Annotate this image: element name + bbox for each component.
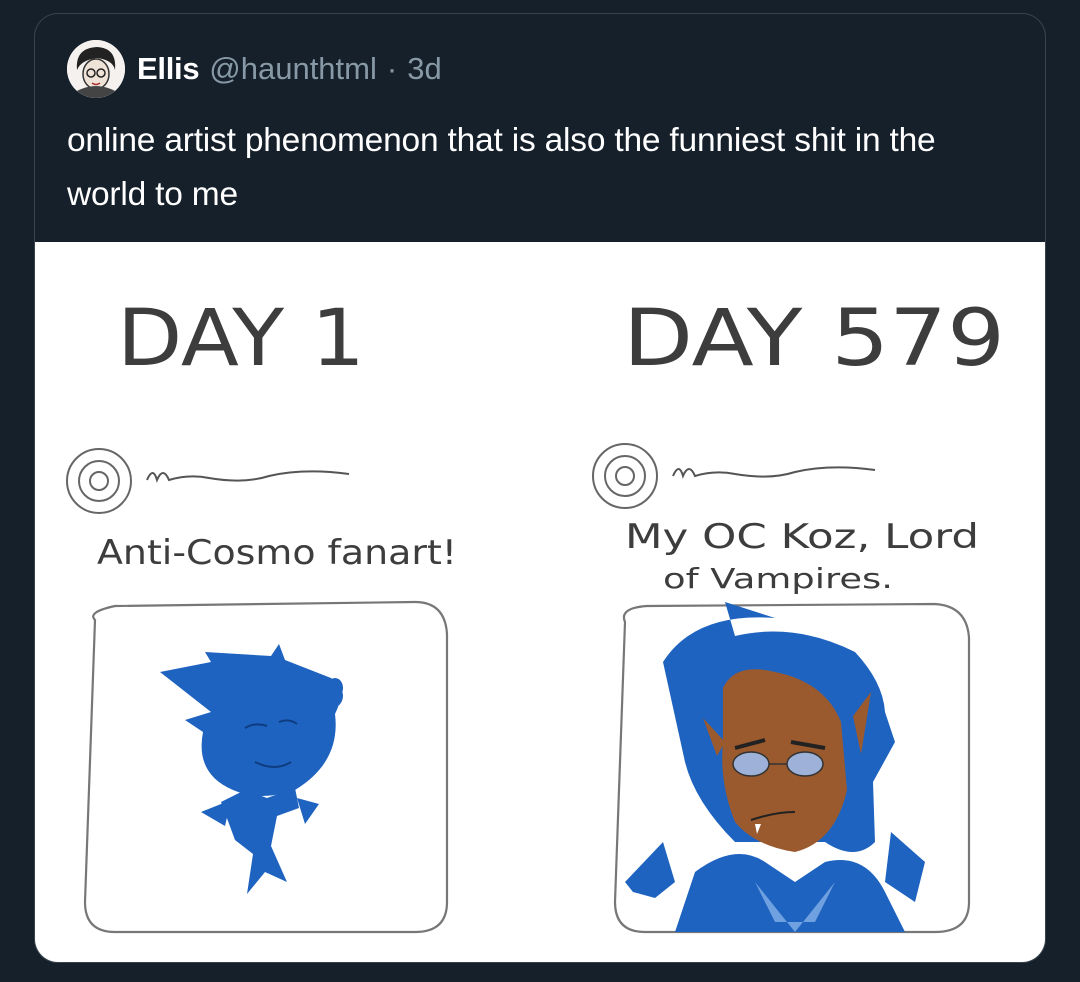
separator-dot: · [386, 51, 398, 86]
scribble-username [146, 470, 350, 483]
user-handle[interactable]: @haunthtml [209, 51, 377, 87]
tweet-header: Ellis @haunthtml · 3d [67, 40, 442, 98]
avatar[interactable] [67, 40, 125, 98]
comic-drawing: DAY 1 Anti-Cosmo fanart! DAY 579 My OC K… [66, 294, 1005, 934]
vampire-oc-drawing [625, 602, 925, 932]
tweet-text: online artist phenomenon that is also th… [67, 122, 936, 213]
panel-2-caption-line2: of Vampires. [663, 562, 893, 595]
panel-2-caption-line1: My OC Koz, Lord [625, 517, 979, 557]
panel-1-caption: Anti-Cosmo fanart! [97, 533, 457, 573]
scribble-username [672, 466, 876, 479]
panel-day-579: DAY 579 My OC Koz, Lord of Vampires. [592, 294, 1005, 934]
avatar-icon [67, 40, 125, 98]
anti-cosmo-drawing [160, 644, 343, 894]
profile-swirl-icon [66, 448, 132, 514]
day-579-label: DAY 579 [623, 294, 1005, 384]
profile-swirl-icon [592, 443, 658, 509]
day-1-label: DAY 1 [117, 294, 365, 384]
tweet-media-image[interactable]: DAY 1 Anti-Cosmo fanart! DAY 579 My OC K… [35, 242, 1045, 962]
quoted-tweet-card[interactable]: Ellis @haunthtml · 3d online artist phen… [34, 13, 1046, 963]
panel-day-1: DAY 1 Anti-Cosmo fanart! [66, 294, 457, 934]
display-name[interactable]: Ellis [137, 51, 200, 87]
timestamp[interactable]: 3d [407, 51, 441, 87]
